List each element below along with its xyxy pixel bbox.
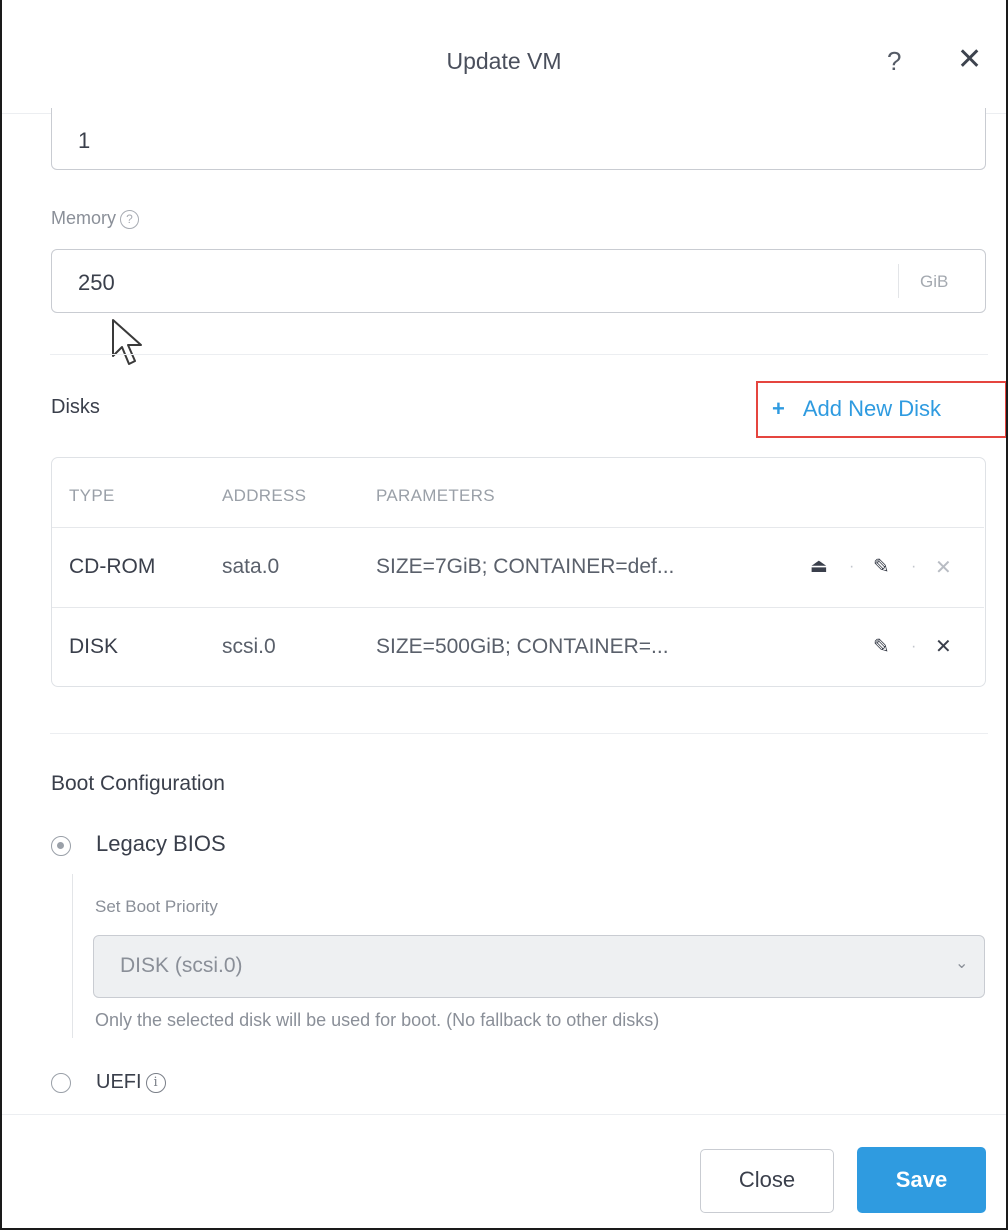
question-circle-icon[interactable]: ? [120,210,140,229]
close-button[interactable]: Close [700,1149,834,1213]
vcpu-input[interactable]: 1 [51,108,986,170]
add-new-disk-label: Add New Disk [802,396,942,421]
eject-icon[interactable]: ⏏ [810,555,828,578]
vcpu-input-value: 1 [78,128,91,153]
edit-pencil-icon[interactable]: ✎ [873,634,890,659]
action-separator: · [911,558,917,575]
row-address: scsi.0 [222,635,276,658]
uefi-radio[interactable] [51,1073,71,1093]
close-icon[interactable]: ✕ [957,42,982,77]
row-type: CD-ROM [69,555,156,578]
dialog-title: Update VM [446,48,562,74]
save-button[interactable]: Save [857,1147,986,1213]
memory-unit-separator [898,264,899,298]
add-new-disk-button-content: + Add New Disk [772,396,941,422]
boot-priority-select[interactable]: DISK (scsi.0) ⌄ [93,935,985,998]
add-new-disk-button[interactable]: + Add New Disk [756,381,1006,438]
memory-unit: GiB [920,272,949,291]
legacy-bios-radio[interactable] [51,836,71,856]
disks-table: TYPE ADDRESS PARAMETERS CD-ROM sata.0 SI… [51,457,986,687]
memory-input-value: 250 [78,270,115,295]
edit-pencil-icon[interactable]: ✎ [873,554,890,579]
mouse-pointer-icon [112,319,142,365]
delete-x-icon[interactable]: ✕ [935,555,952,580]
row-divider [52,607,984,608]
uefi-label[interactable]: UEFI i [96,1071,166,1094]
uefi-label-text: UEFI [96,1071,142,1093]
divider [50,354,988,355]
memory-input[interactable]: 250 GiB [51,249,986,313]
chevron-down-icon: ⌄ [955,955,969,972]
dialog-footer: Close Save [2,1114,1006,1228]
table-header-parameters: PARAMETERS [376,486,495,505]
plus-icon: + [772,396,785,421]
legacy-options-indent [72,874,73,1038]
table-header-address: ADDRESS [222,486,307,505]
disks-title: Disks [51,396,100,418]
memory-label: Memory? [51,208,140,229]
row-address: sata.0 [222,555,280,578]
info-circle-icon[interactable]: i [145,1073,166,1093]
row-parameters: SIZE=500GiB; CONTAINER=... [376,635,669,658]
boot-priority-value: DISK (scsi.0) [120,954,243,977]
divider [50,733,988,734]
row-divider [52,527,984,528]
legacy-bios-label[interactable]: Legacy BIOS [96,831,226,857]
boot-configuration-title: Boot Configuration [51,772,225,795]
action-separator: · [849,558,855,575]
question-mark-icon[interactable]: ? [887,46,901,77]
row-type: DISK [69,635,119,658]
boot-priority-hint: Only the selected disk will be used for … [95,1010,660,1030]
boot-priority-label: Set Boot Priority [95,897,218,916]
table-header-type: TYPE [69,486,115,505]
update-vm-dialog: Update VM ? ✕ 1 Memory? 250 GiB Disks + A… [0,0,1008,1230]
delete-x-icon[interactable]: ✕ [935,634,952,659]
row-parameters: SIZE=7GiB; CONTAINER=def... [376,555,675,578]
dialog-header: Update VM ? ✕ [2,6,1006,114]
memory-label-text: Memory [51,208,117,228]
action-separator: · [911,638,917,655]
